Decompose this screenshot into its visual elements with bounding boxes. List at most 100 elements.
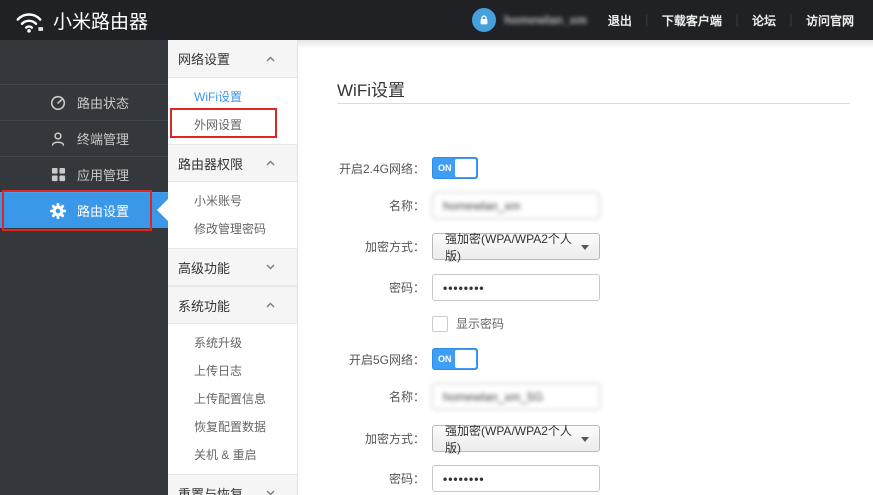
submenu-item-label: 恢复配置数据 (194, 419, 267, 434)
toggle-on-text: ON (438, 163, 452, 173)
submenu-item-restore-config-data[interactable]: 恢复配置数据 (168, 412, 297, 440)
logout-link[interactable]: 退出 (599, 12, 641, 29)
enable-5g-row: 开启5G网络： ON (298, 348, 478, 370)
enable-5g-label: 开启5G网络： (348, 352, 425, 367)
enable-5g-toggle[interactable]: ON (432, 348, 478, 370)
submenu-item-label: 小米账号 (194, 193, 243, 208)
sidebar-item-label: 应用管理 (77, 168, 130, 183)
show-password-row: 显示密码 (432, 315, 504, 332)
submenu-item-label: 修改管理密码 (194, 221, 267, 236)
submenu-item-label: 关机 & 重启 (194, 447, 257, 462)
encryption-5g-row: 加密方式： 强加密(WPA/WPA2个人版) (298, 424, 600, 455)
miwifi-admin-page: 小米路由器 homewlan_xm 退出 ｜ 下载客户端 ｜ 论坛 ｜ 访问官网 (0, 0, 873, 495)
primary-sidebar: 路由状态 终端管理 应用管理 路由设置 (0, 40, 168, 495)
encryption-24g-row: 加密方式： 强加密(WPA/WPA2个人版) (298, 232, 600, 263)
section-label: 路由器权限 (178, 156, 244, 172)
password-24g-row: 密码： (298, 274, 600, 301)
network-settings-items: WiFi设置 外网设置 (168, 78, 297, 144)
chevron-up-icon (266, 160, 275, 166)
logo-text: 小米路由器 (53, 11, 149, 33)
lock-icon (480, 15, 488, 25)
download-client-link[interactable]: 下载客户端 (653, 12, 731, 29)
submenu-item-label: 上传日志 (194, 363, 243, 378)
chevron-up-icon (266, 302, 275, 308)
chevron-down-icon (266, 264, 275, 270)
submenu-section-reset-restore[interactable]: 重置与恢复 (168, 474, 297, 495)
system-function-items: 系统升级 上传日志 上传配置信息 恢复配置数据 关机 & 重启 (168, 324, 297, 474)
submenu-item-wifi-settings[interactable]: WiFi设置 (168, 82, 297, 110)
submenu-item-change-admin-password[interactable]: 修改管理密码 (168, 214, 297, 242)
sidebar-item-label: 路由状态 (77, 96, 130, 111)
wifi-settings-panel: WiFi设置 开启2.4G网络： ON 名称： 加密方式： 强加 (298, 40, 873, 495)
username-text: homewlan_xm (504, 13, 587, 27)
submenu-section-router-permissions[interactable]: 路由器权限 (168, 144, 297, 182)
enable-24g-label: 开启2.4G网络： (338, 161, 425, 176)
topbar-separator: ｜ (730, 13, 743, 28)
wifi-logo-icon (16, 12, 44, 33)
gear-icon (50, 202, 66, 219)
section-label: 网络设置 (178, 52, 231, 67)
section-label: 高级功能 (178, 260, 231, 276)
toggle-knob (455, 350, 476, 368)
name-5g-row: 名称： (298, 383, 600, 410)
name-24g-label: 名称： (388, 199, 425, 213)
toggle-knob (455, 159, 476, 177)
password-24g-input[interactable] (432, 274, 600, 301)
ssid-24g-input[interactable] (432, 192, 600, 219)
settings-submenu: 网络设置 WiFi设置 外网设置 路由器权限 小米账号 修改管理密码 高级功能 … (168, 40, 298, 495)
submenu-section-advanced-functions[interactable]: 高级功能 (168, 248, 297, 286)
submenu-item-shutdown-reboot[interactable]: 关机 & 重启 (168, 440, 297, 468)
submenu-item-system-upgrade[interactable]: 系统升级 (168, 328, 297, 356)
name-24g-row: 名称： (298, 192, 600, 219)
sidebar-item-router-status[interactable]: 路由状态 (0, 84, 168, 120)
submenu-item-wan-settings[interactable]: 外网设置 (168, 110, 297, 138)
user-icon (50, 131, 66, 147)
encryption-5g-select[interactable]: 强加密(WPA/WPA2个人版) (432, 424, 600, 455)
account-avatar[interactable] (472, 8, 497, 32)
show-password-label: 显示密码 (456, 317, 505, 331)
page-title: WiFi设置 (337, 81, 405, 100)
encryption-24g-value: 强加密(WPA/WPA2个人版) (445, 231, 572, 263)
sidebar-item-app-management[interactable]: 应用管理 (0, 156, 168, 192)
toggle-on-text: ON (438, 354, 452, 364)
topbar: 小米路由器 homewlan_xm 退出 ｜ 下载客户端 ｜ 论坛 ｜ 访问官网 (0, 0, 873, 40)
chevron-down-icon (266, 490, 275, 495)
encryption-5g-label: 加密方式： (364, 432, 425, 446)
encryption-24g-select[interactable]: 强加密(WPA/WPA2个人版) (432, 232, 600, 263)
submenu-item-label: 外网设置 (194, 117, 243, 132)
sidebar-item-router-settings[interactable]: 路由设置 (0, 192, 168, 228)
sidebar-item-device-management[interactable]: 终端管理 (0, 120, 168, 156)
official-site-link[interactable]: 访问官网 (797, 12, 863, 29)
sidebar-item-label: 终端管理 (77, 132, 130, 147)
encryption-5g-value: 强加密(WPA/WPA2个人版) (445, 423, 572, 455)
submenu-item-upload-log[interactable]: 上传日志 (168, 356, 297, 384)
forum-link[interactable]: 论坛 (743, 12, 785, 29)
show-password-checkbox[interactable] (432, 315, 448, 332)
submenu-section-network-settings[interactable]: 网络设置 (168, 40, 297, 78)
ssid-5g-input[interactable] (432, 383, 600, 410)
name-5g-label: 名称： (388, 390, 425, 404)
sidebar-item-label: 路由设置 (77, 204, 130, 219)
submenu-item-label: WiFi设置 (194, 89, 242, 104)
topbar-separator: ｜ (784, 13, 797, 28)
router-permission-items: 小米账号 修改管理密码 (168, 182, 297, 248)
topbar-separator: ｜ (640, 13, 653, 28)
password-5g-input[interactable] (432, 465, 600, 492)
encryption-24g-label: 加密方式： (364, 240, 425, 254)
chevron-up-icon (266, 56, 275, 62)
title-divider (337, 103, 850, 104)
submenu-item-label: 系统升级 (194, 335, 243, 350)
topbar-account-area: homewlan_xm 退出 ｜ 下载客户端 ｜ 论坛 ｜ 访问官网 (472, 8, 873, 32)
password-5g-row: 密码： (298, 465, 600, 492)
password-24g-label: 密码： (388, 281, 425, 295)
grid-icon (50, 167, 66, 183)
submenu-item-upload-config-info[interactable]: 上传配置信息 (168, 384, 297, 412)
submenu-item-label: 上传配置信息 (194, 391, 267, 406)
enable-24g-toggle[interactable]: ON (432, 157, 478, 179)
gauge-icon (50, 95, 66, 111)
submenu-item-mi-account[interactable]: 小米账号 (168, 186, 297, 214)
submenu-section-system-functions[interactable]: 系统功能 (168, 286, 297, 324)
caret-down-icon (581, 436, 589, 446)
section-label: 重置与恢复 (178, 486, 244, 495)
app-logo: 小米路由器 (0, 7, 148, 34)
